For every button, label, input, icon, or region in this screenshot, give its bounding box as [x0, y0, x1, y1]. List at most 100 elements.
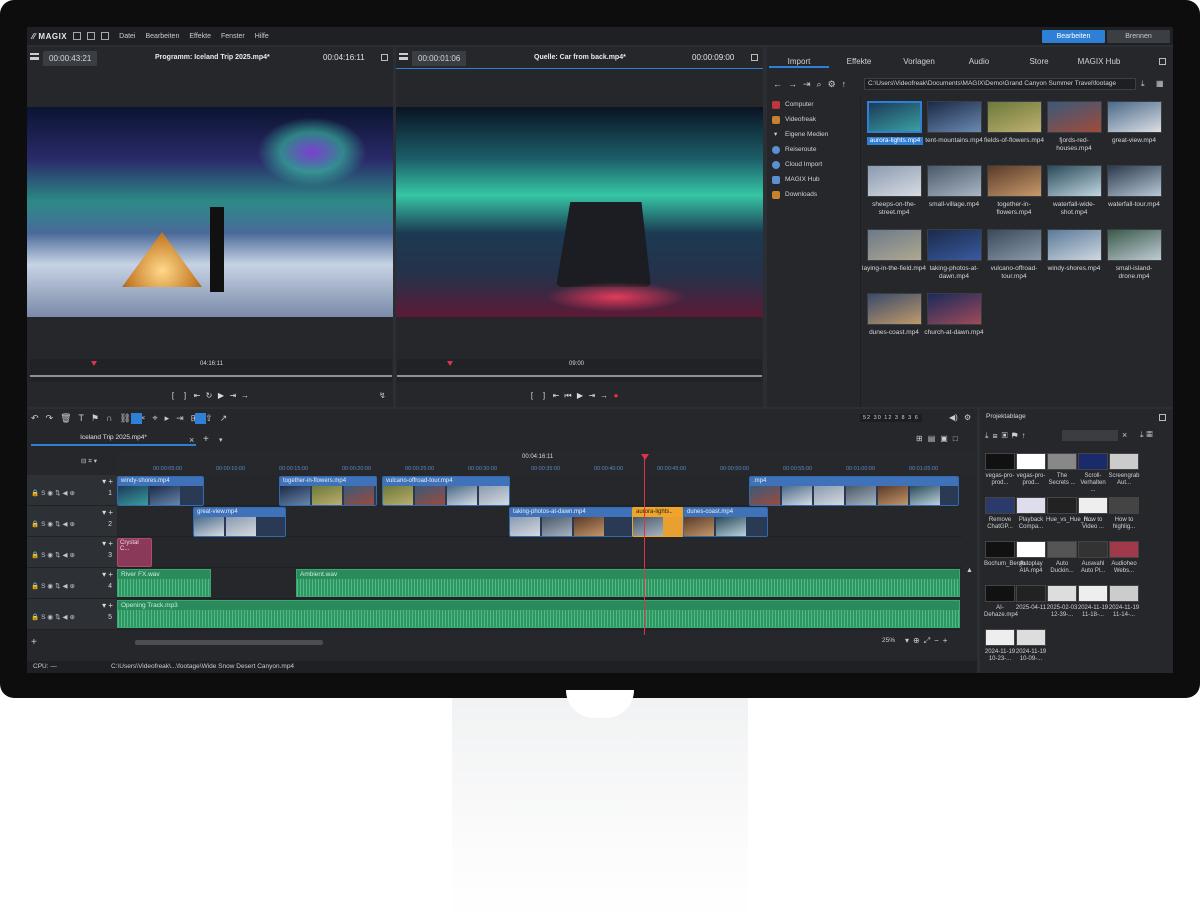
track-controls[interactable]: 🔒S◉⇅◀⊕ [31, 582, 77, 590]
bin-thumbnail[interactable] [1047, 541, 1077, 558]
view-mode-icons[interactable]: ⊞▤▣□ [916, 434, 963, 443]
bin-item-label[interactable]: Audioheo Webs... [1108, 561, 1140, 575]
tab-dropdown-icon[interactable]: ▾ [219, 436, 223, 444]
media-nav-icons[interactable]: ←→⇥⌕⚙↑ [773, 79, 852, 90]
media-thumbnail[interactable] [987, 101, 1042, 133]
media-thumbnail[interactable] [867, 101, 922, 133]
track-controls[interactable]: 🔒S◉⇅◀⊕ [31, 551, 77, 559]
tab-effekte[interactable]: Effekte [829, 57, 889, 66]
bin-thumbnail[interactable] [1078, 453, 1108, 470]
download-icon[interactable]: ⤓ [1141, 79, 1145, 89]
track-add-icon[interactable]: ▾ + [102, 601, 113, 610]
audio-clip[interactable]: Ambient.wav [296, 569, 960, 597]
menu-icon[interactable] [30, 53, 39, 60]
track-controls[interactable]: 🔒S◉⇅◀⊕ [31, 613, 77, 621]
bin-item-label[interactable]: Scroll-Verhalten ... [1077, 473, 1109, 494]
horizontal-scrollbar[interactable] [135, 640, 323, 645]
bin-item-label[interactable]: 2024-11-19 11-18-... [1077, 605, 1109, 619]
media-file-label[interactable]: together-in-flowers.mp4 [982, 201, 1046, 217]
media-file-label[interactable]: sheeps-on-the-street.mp4 [862, 201, 926, 217]
media-thumbnail[interactable] [987, 165, 1042, 197]
video-clip[interactable]: aurora-lights.. [632, 507, 684, 537]
tree-item[interactable]: Reiseroute [769, 142, 860, 157]
bin-maximize-icon[interactable] [1159, 414, 1166, 421]
source-menu-icon[interactable] [399, 53, 408, 60]
bin-thumbnail[interactable] [1109, 453, 1139, 470]
playhead-line[interactable] [644, 457, 645, 635]
bin-clear-icon[interactable]: × [1122, 430, 1127, 440]
media-file-label[interactable]: small-village.mp4 [922, 201, 986, 209]
source-mark-out-button[interactable]: ] [539, 391, 549, 401]
bin-thumbnail[interactable] [985, 629, 1015, 646]
maximize-icon[interactable] [381, 54, 388, 61]
bin-thumbnail[interactable] [1047, 585, 1077, 602]
add-track-icon[interactable]: + [31, 637, 37, 648]
play-button[interactable]: ▶ [216, 391, 226, 401]
bin-item-label[interactable]: How to Video ... [1077, 517, 1109, 531]
media-thumbnail[interactable] [1107, 165, 1162, 197]
source-timecode[interactable]: 00:00:01:06 [412, 51, 467, 66]
open-folder-icon[interactable] [87, 32, 96, 40]
media-thumbnail[interactable] [987, 229, 1042, 261]
media-thumbnail[interactable] [927, 165, 982, 197]
media-thumbnail[interactable] [927, 101, 982, 133]
bin-thumbnail[interactable] [1078, 585, 1108, 602]
bin-item-label[interactable]: 2024-11-19 10-09-... [1015, 649, 1047, 663]
source-mark-in-button[interactable]: [ [527, 391, 537, 401]
media-file-label[interactable]: laying-in-the-field.mp4 [862, 265, 926, 273]
bin-search-input[interactable] [1062, 430, 1118, 441]
next-marker-button[interactable]: ⇥ [228, 391, 238, 401]
timeline-tab[interactable]: Iceland Trip 2025.mp4* [31, 434, 196, 446]
media-thumbnail[interactable] [867, 165, 922, 197]
bin-thumbnail[interactable] [1016, 453, 1046, 470]
media-file-label[interactable]: vulcano-offroad-tour.mp4 [982, 265, 1046, 281]
audio-clip[interactable]: Opening Track.mp3 [117, 600, 960, 628]
zoom-scale[interactable]: 52 30 12 3 8 3 6 [860, 414, 922, 422]
source-maximize-icon[interactable] [751, 54, 758, 61]
mixer-icon[interactable]: ◀) [949, 413, 958, 422]
timeline-settings-icon[interactable]: ⚙ [964, 413, 971, 422]
program-timecode[interactable]: 00:00:43:21 [43, 51, 98, 66]
zoom-controls[interactable]: ▾⊕⤢−+ [905, 636, 951, 646]
menu-datei[interactable]: Datei [119, 33, 135, 40]
track-header-icons[interactable]: ⊟ ⌗ ▾ [81, 457, 97, 466]
bin-item-label[interactable]: Bochum_Bergb... [984, 561, 1030, 568]
track-controls[interactable]: 🔒S◉⇅◀⊕ [31, 520, 77, 528]
add-tab-icon[interactable]: + [203, 434, 209, 445]
bin-thumbnail[interactable] [1078, 497, 1108, 514]
tab-audio[interactable]: Audio [949, 57, 1009, 66]
bin-item-label[interactable]: Autoplay AIA.mp4 [1015, 561, 1047, 575]
bin-thumbnail[interactable] [1047, 497, 1077, 514]
bin-thumbnail[interactable] [1109, 497, 1139, 514]
zoom-level[interactable]: 25% [882, 637, 895, 644]
path-field[interactable]: C:\Users\Videofreak\Documents\MAGIX\Demo… [864, 78, 1136, 90]
media-thumbnail[interactable] [867, 293, 922, 325]
timeline-ruler[interactable]: 00:04:16:11 00:00:05:00 00:00:10:00 00:00:… [117, 451, 977, 475]
bin-thumbnail[interactable] [1016, 541, 1046, 558]
bin-item-label[interactable]: vegas-pro-prod... [984, 473, 1016, 487]
tree-item[interactable]: Cloud Import [769, 157, 860, 172]
media-file-label[interactable]: fields-of-flowers.mp4 [982, 137, 1046, 145]
track-add-icon[interactable]: ▾ + [102, 477, 113, 486]
export-icon[interactable]: ↯ [379, 391, 386, 400]
media-file-label[interactable]: fjords-red-houses.mp4 [1042, 137, 1106, 153]
media-file-label[interactable]: church-at-dawn.mp4 [922, 329, 986, 337]
tree-item[interactable]: Downloads [769, 187, 860, 202]
bin-item-label[interactable]: Auto Duckin... [1046, 561, 1078, 575]
track-add-icon[interactable]: ▾ + [102, 539, 113, 548]
bin-item-label[interactable]: 2025-04-11 [1015, 605, 1047, 612]
media-thumbnail[interactable] [1047, 165, 1102, 197]
media-file-label[interactable]: windy-shores.mp4 [1042, 265, 1106, 273]
bin-item-label[interactable]: Remove ChatGP... [984, 517, 1016, 531]
record-button[interactable]: ● [611, 391, 621, 401]
bin-thumbnail[interactable] [1109, 541, 1139, 558]
media-thumbnail[interactable] [927, 229, 982, 261]
tree-item[interactable]: MAGIX Hub [769, 172, 860, 187]
media-thumbnail[interactable] [1047, 229, 1102, 261]
media-thumbnail[interactable] [1107, 101, 1162, 133]
source-play-button[interactable]: ▶ [575, 391, 585, 401]
menu-bearbeiten[interactable]: Bearbeiten [145, 33, 179, 40]
bin-item-label[interactable]: The Secrets ... [1046, 473, 1078, 487]
media-thumbnail[interactable] [1107, 229, 1162, 261]
bin-item-label[interactable]: Playback Compa... [1015, 517, 1047, 531]
